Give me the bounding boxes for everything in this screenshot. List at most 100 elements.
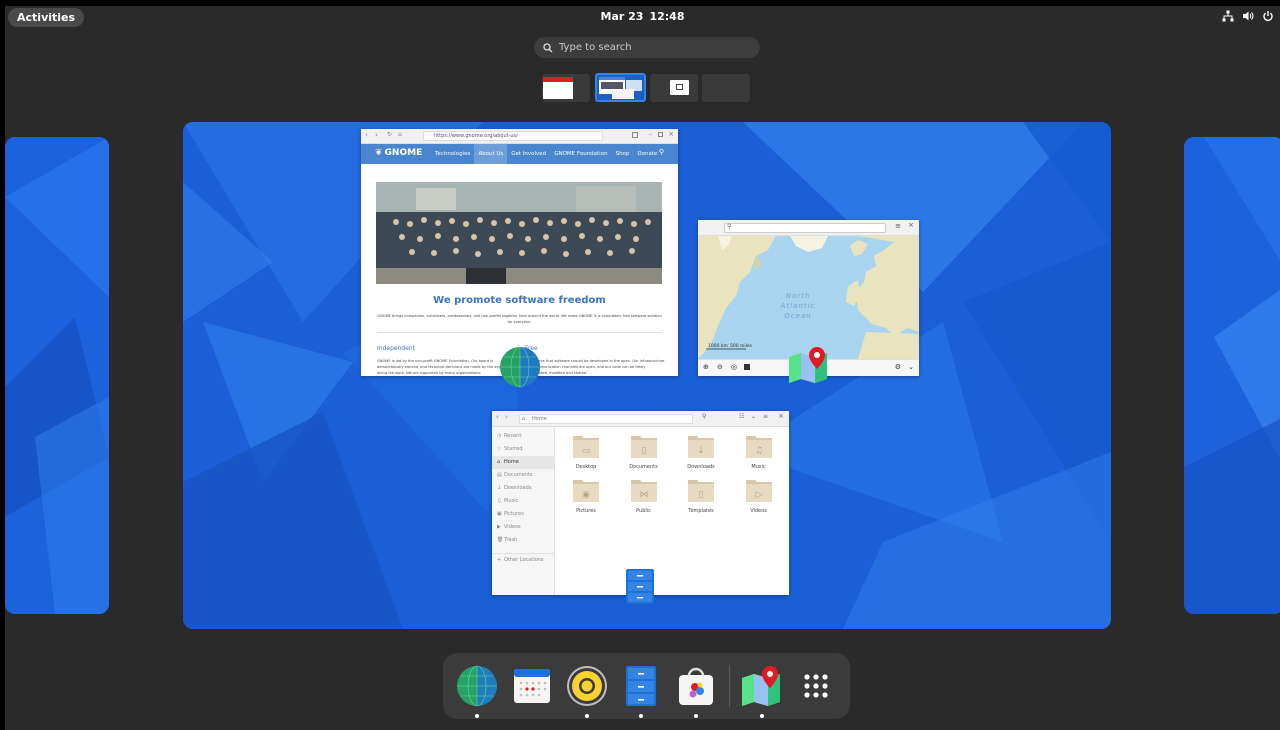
sidebar-item[interactable]: ⌂ Home xyxy=(492,456,554,469)
path-bar[interactable]: ⌂ Home xyxy=(519,414,693,424)
hamburger-icon[interactable]: ≡ xyxy=(763,413,768,420)
site-nav-link[interactable]: Shop xyxy=(612,144,634,164)
col1-title: Independent xyxy=(377,345,416,352)
svg-text:▷: ▷ xyxy=(755,490,762,500)
files-icon xyxy=(626,569,654,604)
view-options-icon[interactable]: ☷ xyxy=(739,413,744,420)
files-headerbar: ‹ › ⌂ Home ⚲ ☷ ⌄ ≡ × xyxy=(492,411,789,427)
sidebar-item[interactable]: + Other Locations xyxy=(492,553,554,566)
desktop-overview: Activities Mar 23 12:48 Type to search ‹… xyxy=(0,0,1280,730)
zoom-in-icon[interactable]: ⊕ xyxy=(703,363,709,371)
headline: We promote software freedom xyxy=(433,295,606,306)
sidebar-item-label: Home xyxy=(504,459,519,465)
search-input[interactable] xyxy=(559,42,739,53)
sidebar-item[interactable]: ▤ Documents xyxy=(492,469,554,482)
forward-icon[interactable]: › xyxy=(505,413,508,421)
folder-label: Desktop xyxy=(575,464,597,470)
home-icon[interactable]: ⌂ xyxy=(398,131,402,138)
map-view[interactable]: North Atlantic Ocean 1000 km 500 miles xyxy=(698,236,919,359)
search-icon xyxy=(543,42,553,52)
folder-item[interactable]: ▷ Videos xyxy=(737,477,781,514)
folder-icon: ▯ xyxy=(688,480,714,502)
dock-web-browser[interactable] xyxy=(455,664,499,718)
site-nav-link[interactable]: GNOME Foundation xyxy=(550,144,611,164)
folder-item[interactable]: ▯ Templates xyxy=(679,477,723,514)
locate-icon[interactable]: ◎ xyxy=(731,363,737,371)
folder-item[interactable]: ◉ Pictures xyxy=(564,477,608,514)
top-bar: Activities Mar 23 12:48 xyxy=(5,6,1280,28)
search-icon[interactable]: ⚲ xyxy=(702,413,706,420)
sidebar-item[interactable]: ◷ Recent xyxy=(492,430,554,443)
url-bar[interactable]: https://www.gnome.org/about-us/ xyxy=(423,131,603,141)
forward-icon[interactable]: › xyxy=(375,131,378,139)
folder-item[interactable]: ▭ Desktop xyxy=(564,433,608,470)
workspace-thumbnail-2[interactable] xyxy=(595,73,646,102)
dock-maps[interactable] xyxy=(740,664,784,718)
layers-icon[interactable] xyxy=(744,364,750,370)
workspace-previous[interactable] xyxy=(5,137,109,614)
workspace-thumbnail-3[interactable] xyxy=(650,74,698,102)
maximize-icon[interactable] xyxy=(658,132,663,137)
back-icon[interactable]: ‹ xyxy=(496,413,499,421)
sidebar-item[interactable]: ▶ Videos xyxy=(492,521,554,534)
close-icon[interactable]: × xyxy=(778,412,784,420)
sidebar-item[interactable]: ♫ Music xyxy=(492,495,554,508)
running-indicator xyxy=(760,714,764,718)
sidebar-item[interactable]: ↓ Downloads xyxy=(492,482,554,495)
folder-item[interactable]: ♫ Music xyxy=(737,433,781,470)
tabs-icon[interactable] xyxy=(632,132,638,138)
site-nav-link[interactable]: About Us xyxy=(474,144,508,164)
sidebar-item-icon: ♫ xyxy=(497,498,502,504)
sidebar-item-label: Videos xyxy=(504,524,521,530)
close-icon[interactable]: × xyxy=(908,221,914,229)
show-apps-button[interactable] xyxy=(794,664,838,708)
workspace-thumbnail-1[interactable] xyxy=(542,74,590,102)
folder-icon: ▯ xyxy=(630,436,657,458)
dock-separator xyxy=(729,665,730,707)
dock-calendar[interactable] xyxy=(510,664,554,708)
back-icon[interactable]: ‹ xyxy=(365,131,368,139)
sidebar-item-icon: 🗑 xyxy=(497,537,504,543)
reload-icon[interactable]: ↻ xyxy=(387,131,392,138)
sidebar-item[interactable]: ☆ Starred xyxy=(492,443,554,456)
wallpaper xyxy=(1184,137,1280,614)
menu-icon[interactable]: ⌄ xyxy=(751,413,756,420)
workspace-thumbnail-4[interactable] xyxy=(702,74,750,102)
route-icon[interactable]: ⌄ xyxy=(908,363,914,371)
gnome-logo[interactable]: ❦ GNOME xyxy=(375,148,422,158)
dock-software[interactable] xyxy=(674,664,718,718)
browser-headerbar: ‹ › ↻ ⌂ https://www.gnome.org/about-us/ … xyxy=(361,129,678,144)
close-icon[interactable]: × xyxy=(668,130,674,138)
dock-rhythmbox[interactable] xyxy=(565,664,609,718)
sidebar-item[interactable]: ▣ Pictures xyxy=(492,508,554,521)
svg-text:◉: ◉ xyxy=(582,490,590,500)
folder-item[interactable]: ⋈ Public xyxy=(622,477,666,514)
site-nav-link[interactable]: Technologies xyxy=(431,144,474,164)
folder-item[interactable]: ▯ Documents xyxy=(622,433,666,470)
wallpaper xyxy=(5,137,109,614)
sidebar-item[interactable]: 🗑Trash xyxy=(492,534,554,547)
workspace-next[interactable] xyxy=(1184,137,1280,614)
dock-files[interactable] xyxy=(619,664,663,718)
workspace-active[interactable]: ‹ › ↻ ⌂ https://www.gnome.org/about-us/ … xyxy=(183,122,1111,629)
site-search-icon[interactable]: ⚲ xyxy=(659,148,664,156)
zoom-out-icon[interactable]: ⊖ xyxy=(717,363,723,371)
web-browser-icon xyxy=(457,665,497,707)
browser-window[interactable]: ‹ › ↻ ⌂ https://www.gnome.org/about-us/ … xyxy=(361,129,678,376)
svg-text:▯: ▯ xyxy=(641,446,646,456)
system-menu[interactable] xyxy=(1222,10,1274,22)
folder-icon: ⋈ xyxy=(630,480,657,502)
sidebar-item-label: Trash xyxy=(504,537,518,543)
site-nav-link[interactable]: Donate xyxy=(633,144,661,164)
maps-icon xyxy=(789,347,827,383)
menu-icon[interactable]: ≡ xyxy=(895,222,901,230)
minimize-icon[interactable]: – xyxy=(649,130,653,138)
site-nav-link[interactable]: Get Involved xyxy=(507,144,550,164)
settings-icon[interactable]: ⚙ xyxy=(895,363,901,371)
folder-item[interactable]: ↓ Downloads xyxy=(679,433,723,470)
ocean-label-2: Atlantic xyxy=(780,302,816,310)
maps-search-input[interactable]: ⚲ xyxy=(724,223,886,233)
search-entry[interactable] xyxy=(534,37,760,58)
sidebar-item-icon: ↓ xyxy=(497,485,502,491)
clock[interactable]: Mar 23 12:48 xyxy=(5,10,1280,23)
